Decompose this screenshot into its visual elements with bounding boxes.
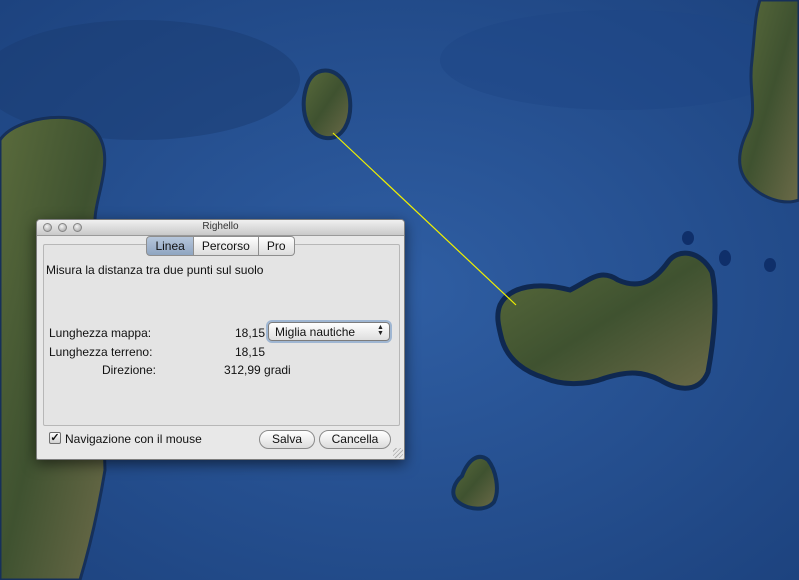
resize-grip-icon[interactable]: [393, 448, 403, 458]
ground-length-value: 18,15: [234, 345, 265, 359]
island-capraia: [301, 68, 353, 141]
description-text: Misura la distanza tra due punti sul suo…: [46, 263, 264, 277]
tab-linea[interactable]: Linea: [146, 236, 194, 256]
mouse-navigation-label[interactable]: Navigazione con il mouse: [65, 432, 202, 446]
unit-select[interactable]: Miglia nautiche ▲ ▼: [268, 322, 390, 341]
unit-select-value: Miglia nautiche: [275, 325, 356, 339]
save-button[interactable]: Salva: [259, 430, 315, 449]
heading-label: Direzione:: [101, 363, 156, 377]
ground-length-label: Lunghezza terreno:: [49, 345, 153, 359]
window-titlebar[interactable]: Righello: [37, 220, 404, 236]
heading-value: 312,99 gradi: [224, 363, 291, 377]
tab-percorso[interactable]: Percorso: [193, 236, 259, 256]
cancel-button[interactable]: Cancella: [319, 430, 391, 449]
islet: [682, 231, 694, 245]
islet: [719, 250, 731, 266]
sea-shade: [440, 10, 799, 110]
mouse-navigation-checkbox[interactable]: ✓: [49, 432, 61, 444]
window-title: Righello: [202, 221, 239, 232]
updown-arrows-icon: ▲ ▼: [377, 324, 384, 337]
ruler-window: Righello Linea Percorso Pro Misura la dist…: [36, 219, 405, 460]
tab-bar: Linea Percorso Pro: [37, 236, 404, 256]
map-length-value: 18,15: [234, 326, 265, 340]
tab-pro[interactable]: Pro: [258, 236, 295, 256]
map-length-label: Lunghezza mappa:: [49, 326, 152, 340]
islet: [764, 258, 776, 272]
